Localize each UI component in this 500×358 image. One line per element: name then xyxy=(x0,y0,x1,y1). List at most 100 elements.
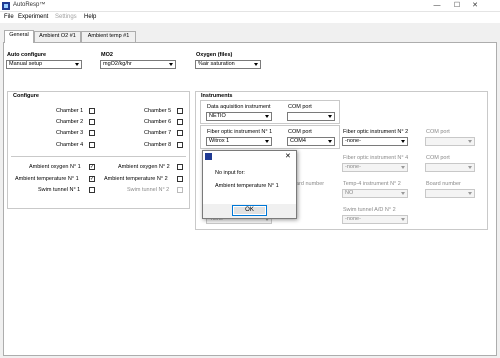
fiber-1-select[interactable]: Witrox 1 xyxy=(206,137,272,146)
chevron-down-icon xyxy=(75,63,79,66)
auto-configure-label: Auto configure xyxy=(7,52,47,58)
chevron-down-icon xyxy=(468,192,472,195)
fiber-4-com-select[interactable] xyxy=(425,163,475,172)
menu-help[interactable]: Help xyxy=(84,14,96,20)
fiber-1-com-select[interactable]: COM4 xyxy=(287,137,335,146)
maximize-button[interactable]: ☐ xyxy=(450,1,464,11)
board-1-label: ard number xyxy=(296,181,325,187)
chamber-6-checkbox[interactable] xyxy=(177,119,183,125)
chevron-down-icon xyxy=(401,166,405,169)
chevron-down-icon xyxy=(401,140,405,143)
chevron-down-icon xyxy=(328,115,332,118)
temp-2-select[interactable]: NO xyxy=(342,189,408,198)
chamber-3-checkbox[interactable] xyxy=(89,130,95,136)
swim-tunnel-1-checkbox[interactable] xyxy=(89,187,95,193)
oxygen-value: %air saturation xyxy=(198,61,235,67)
swim-2-label: Swim tunnel A/D N° 2 xyxy=(343,207,396,213)
chamber-2-checkbox[interactable] xyxy=(89,119,95,125)
temp-2-value: NO xyxy=(345,190,354,196)
configure-title: Configure xyxy=(13,93,39,99)
menu-file[interactable]: File xyxy=(4,14,14,20)
daq-value: NETIO xyxy=(209,113,226,119)
chamber-3-label: Chamber 3 xyxy=(56,130,84,136)
title-bar xyxy=(0,0,500,12)
chevron-down-icon xyxy=(265,140,269,143)
app-logo-icon xyxy=(205,153,212,160)
board-2-label: Board number xyxy=(426,181,461,187)
chevron-down-icon xyxy=(169,63,173,66)
daq-com-port-label: COM port xyxy=(288,104,312,110)
fiber-4-select[interactable]: -none- xyxy=(342,163,408,172)
chevron-down-icon xyxy=(265,115,269,118)
mo2-value: mgO2/kg/hr xyxy=(103,61,132,67)
swim-2-select[interactable]: -none- xyxy=(342,215,408,224)
swim-tunnel-2-label: Swim tunnel N° 2 xyxy=(127,187,170,193)
app-logo-icon xyxy=(2,2,10,10)
chamber-7-checkbox[interactable] xyxy=(177,130,183,136)
fiber-2-com-select[interactable] xyxy=(425,137,475,146)
fiber-1-com-value: COM4 xyxy=(290,138,306,144)
no-input-dialog: ✕ No input for: Ambient temperature N° 1… xyxy=(202,150,297,219)
chevron-down-icon xyxy=(401,192,405,195)
daq-label: Data aquisition instrument xyxy=(207,104,271,110)
tab-ambient-o2[interactable]: Ambient O2 #1 xyxy=(34,31,81,42)
ambient-temperature-2-label: Ambient temperature N° 2 xyxy=(104,176,168,182)
menu-experiment[interactable]: Experiment xyxy=(18,14,48,20)
auto-configure-select[interactable]: Manual setup xyxy=(6,60,82,69)
mo2-select[interactable]: mgO2/kg/hr xyxy=(100,60,176,69)
chevron-down-icon xyxy=(254,63,258,66)
board-2-select[interactable] xyxy=(425,189,475,198)
swim-tunnel-1-label: Swim tunnel N° 1 xyxy=(38,187,81,193)
chamber-4-checkbox[interactable] xyxy=(89,142,95,148)
chamber-1-label: Chamber 1 xyxy=(56,108,84,114)
chamber-8-label: Chamber 8 xyxy=(144,142,172,148)
ambient-temperature-1-checkbox[interactable]: ✓ xyxy=(89,176,95,182)
fiber-1-value: Witrox 1 xyxy=(209,138,230,144)
chamber-5-checkbox[interactable] xyxy=(177,108,183,114)
ambient-oxygen-2-checkbox[interactable] xyxy=(177,164,183,170)
fiber-1-com-label: COM port xyxy=(288,129,312,135)
chamber-2-label: Chamber 2 xyxy=(56,119,84,125)
tab-ambient-temp[interactable]: Ambient temp #1 xyxy=(81,31,136,42)
chamber-7-label: Chamber 7 xyxy=(144,130,172,136)
ok-button[interactable]: OK xyxy=(232,205,267,216)
fiber-2-select[interactable]: -none- xyxy=(342,137,408,146)
chamber-4-label: Chamber 4 xyxy=(56,142,84,148)
chevron-down-icon xyxy=(401,218,405,221)
chevron-down-icon xyxy=(468,140,472,143)
chevron-down-icon xyxy=(328,140,332,143)
daq-select[interactable]: NETIO xyxy=(206,112,272,121)
ambient-temperature-1-label: Ambient temperature N° 1 xyxy=(15,176,79,182)
tab-general[interactable]: General xyxy=(4,30,34,43)
window-title: AutoResp™ xyxy=(13,2,46,8)
daq-com-port-select[interactable] xyxy=(287,112,335,121)
minimize-button[interactable]: — xyxy=(430,1,444,11)
ambient-oxygen-1-checkbox[interactable]: ✓ xyxy=(89,164,95,170)
chamber-1-checkbox[interactable] xyxy=(89,108,95,114)
swim-tunnel-2-checkbox[interactable] xyxy=(177,187,183,193)
fiber-2-com-label: COM port xyxy=(426,129,450,135)
dialog-message-line-1: No input for: xyxy=(215,170,245,176)
ambient-oxygen-2-label: Ambient oxygen N° 2 xyxy=(118,164,170,170)
menu-settings[interactable]: Settings xyxy=(55,14,77,20)
auto-configure-value: Manual setup xyxy=(9,61,43,67)
dialog-message-line-2: Ambient temperature N° 1 xyxy=(215,183,279,189)
chamber-6-label: Chamber 6 xyxy=(144,119,172,125)
dialog-close-button[interactable]: ✕ xyxy=(285,152,291,160)
instruments-title: Instruments xyxy=(201,93,233,99)
fiber-4-value: -none- xyxy=(345,164,361,170)
ambient-oxygen-1-label: Ambient oxygen N° 1 xyxy=(29,164,81,170)
swim-2-value: -none- xyxy=(345,216,361,222)
oxygen-select[interactable]: %air saturation xyxy=(195,60,261,69)
mo2-label: MO2 xyxy=(101,52,113,58)
ambient-temperature-2-checkbox[interactable] xyxy=(177,176,183,182)
fiber-2-label: Fiber optic instrument N° 2 xyxy=(343,129,409,135)
chamber-8-checkbox[interactable] xyxy=(177,142,183,148)
fiber-2-value: -none- xyxy=(345,138,361,144)
fiber-4-com-label: COM port xyxy=(426,155,450,161)
fiber-4-label: Fiber optic instrument N° 4 xyxy=(343,155,409,161)
close-window-button[interactable]: ✕ xyxy=(468,1,482,11)
dialog-title-bar: ✕ xyxy=(203,151,296,162)
oxygen-label: Oxygen (files) xyxy=(196,52,233,58)
dialog-body: No input for: Ambient temperature N° 1 xyxy=(203,162,296,204)
